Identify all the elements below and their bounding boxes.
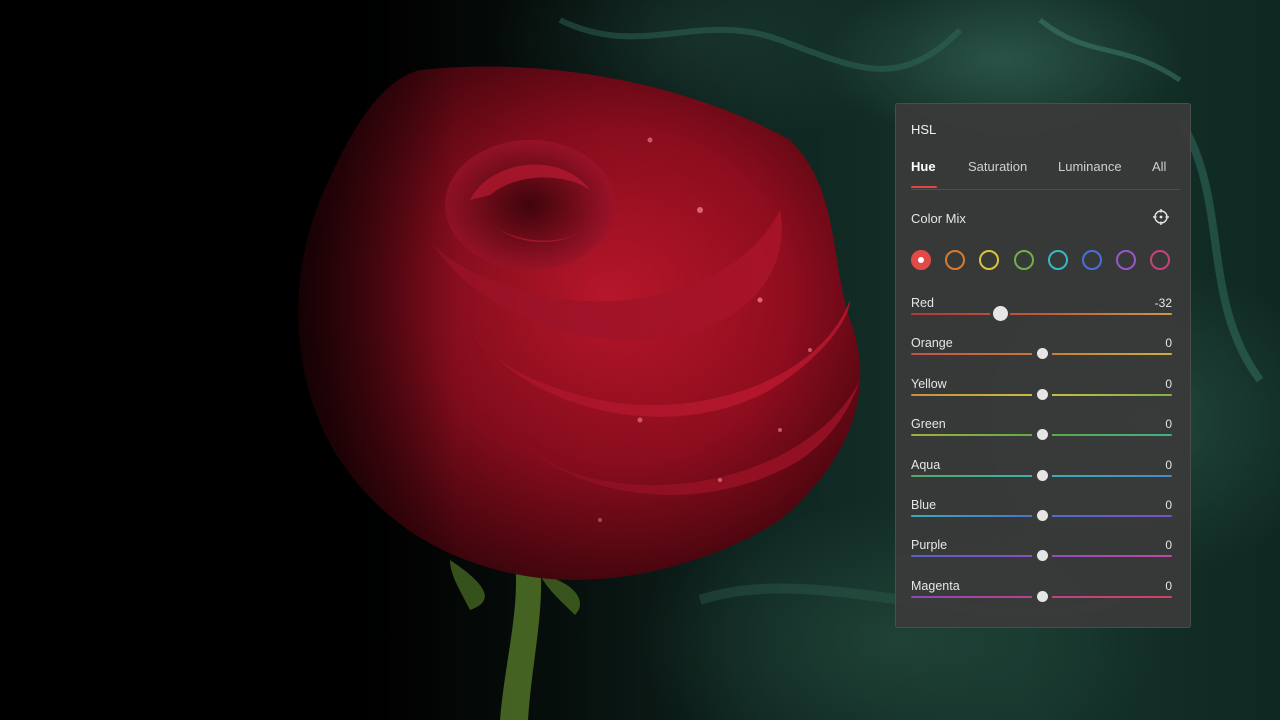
swatch-blue[interactable] xyxy=(1082,250,1102,270)
tab-luminance[interactable]: Luminance xyxy=(1058,159,1122,174)
panel-title: HSL xyxy=(911,122,937,137)
slider-label: Magenta xyxy=(911,578,960,593)
target-adjust-icon[interactable] xyxy=(1153,209,1169,225)
hsl-panel: HSL Hue Saturation Luminance All Color M… xyxy=(895,103,1191,628)
slider-value[interactable]: 0 xyxy=(1165,336,1172,350)
slider-blue: Blue 0 xyxy=(911,498,1172,534)
hsl-tabs: Hue Saturation Luminance All xyxy=(911,159,1180,190)
slider-thumb[interactable] xyxy=(1036,550,1048,562)
slider-thumb[interactable] xyxy=(1036,388,1048,400)
slider-aqua: Aqua 0 xyxy=(911,458,1172,494)
slider-green: Green 0 xyxy=(911,417,1172,453)
tab-saturation[interactable]: Saturation xyxy=(968,159,1027,174)
slider-label: Blue xyxy=(911,498,937,512)
slider-yellow: Yellow 0 xyxy=(911,377,1172,413)
slider-label: Green xyxy=(911,417,946,432)
swatch-green[interactable] xyxy=(1013,250,1034,270)
slider-thumb[interactable] xyxy=(992,306,1008,321)
slider-track[interactable] xyxy=(911,313,1172,315)
swatch-orange[interactable] xyxy=(945,250,966,270)
swatch-purple[interactable] xyxy=(1116,250,1137,270)
slider-orange: Orange 0 xyxy=(911,336,1172,372)
slider-value[interactable]: 0 xyxy=(1165,538,1172,552)
slider-purple: Purple 0 xyxy=(911,538,1172,574)
slider-label: Purple xyxy=(911,538,948,553)
swatch-magenta[interactable] xyxy=(1150,250,1171,270)
slider-thumb[interactable] xyxy=(1036,429,1048,441)
slider-thumb[interactable] xyxy=(1036,348,1048,360)
slider-thumb[interactable] xyxy=(1036,510,1048,521)
color-swatches xyxy=(911,250,1173,270)
slider-label: Aqua xyxy=(911,457,941,472)
tab-hue[interactable]: Hue xyxy=(911,159,936,174)
slider-value[interactable]: -32 xyxy=(1155,296,1172,310)
slider-value[interactable]: 0 xyxy=(1165,417,1172,431)
slider-value[interactable]: 0 xyxy=(1165,498,1172,512)
swatch-red[interactable] xyxy=(911,250,931,270)
slider-value[interactable]: 0 xyxy=(1165,377,1172,391)
slider-value[interactable]: 0 xyxy=(1165,579,1172,593)
color-mix-label: Color Mix xyxy=(911,211,966,226)
slider-thumb[interactable] xyxy=(1036,469,1048,481)
tab-all[interactable]: All xyxy=(1152,159,1166,174)
slider-value[interactable]: 0 xyxy=(1165,458,1172,472)
slider-red: Red -32 xyxy=(911,296,1172,332)
swatch-yellow[interactable] xyxy=(979,250,1000,270)
slider-label: Red xyxy=(911,296,934,310)
slider-magenta: Magenta 0 xyxy=(911,579,1172,615)
slider-thumb[interactable] xyxy=(1036,590,1048,602)
slider-label: Orange xyxy=(911,336,953,351)
swatch-aqua[interactable] xyxy=(1047,250,1068,270)
active-tab-indicator xyxy=(911,186,937,188)
slider-label: Yellow xyxy=(911,376,947,391)
